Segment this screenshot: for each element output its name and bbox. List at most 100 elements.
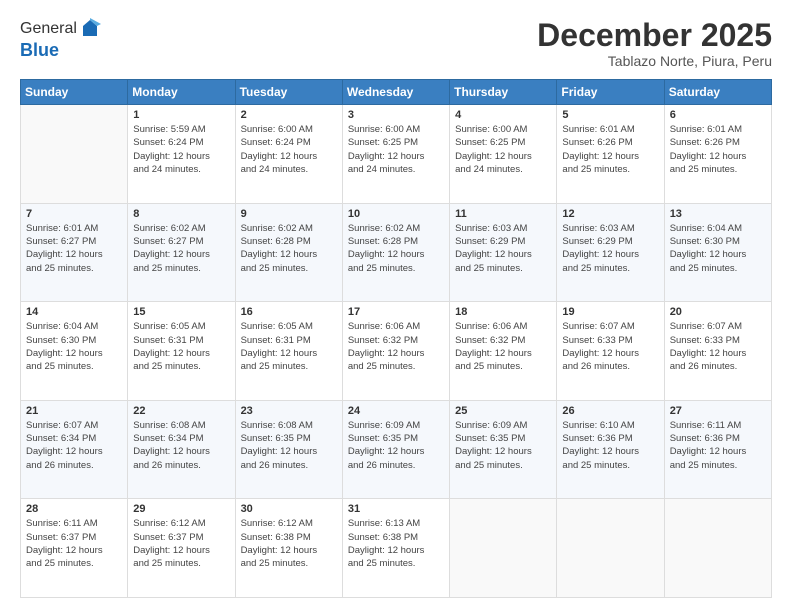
day-info: Sunrise: 6:00 AM Sunset: 6:25 PM Dayligh… [348, 123, 444, 176]
header-wednesday: Wednesday [342, 80, 449, 105]
day-number: 16 [241, 306, 337, 318]
header-monday: Monday [128, 80, 235, 105]
logo: General Blue [20, 18, 101, 61]
table-row: 6 Sunrise: 6:01 AM Sunset: 6:26 PM Daylig… [664, 105, 771, 204]
header-friday: Friday [557, 80, 664, 105]
table-row: 8 Sunrise: 6:02 AM Sunset: 6:27 PM Daylig… [128, 203, 235, 302]
table-row [557, 499, 664, 598]
table-row: 3 Sunrise: 6:00 AM Sunset: 6:25 PM Daylig… [342, 105, 449, 204]
page: General Blue December 2025 Tablazo Norte… [0, 0, 792, 612]
day-info: Sunrise: 6:02 AM Sunset: 6:27 PM Dayligh… [133, 222, 229, 275]
day-info: Sunrise: 6:13 AM Sunset: 6:38 PM Dayligh… [348, 517, 444, 570]
table-row: 11 Sunrise: 6:03 AM Sunset: 6:29 PM Dayli… [450, 203, 557, 302]
day-number: 14 [26, 306, 122, 318]
day-info: Sunrise: 6:04 AM Sunset: 6:30 PM Dayligh… [670, 222, 766, 275]
header: General Blue December 2025 Tablazo Norte… [20, 18, 772, 69]
table-row: 16 Sunrise: 6:05 AM Sunset: 6:31 PM Dayli… [235, 302, 342, 401]
day-number: 26 [562, 405, 658, 417]
day-info: Sunrise: 6:05 AM Sunset: 6:31 PM Dayligh… [241, 320, 337, 373]
table-row: 27 Sunrise: 6:11 AM Sunset: 6:36 PM Dayli… [664, 400, 771, 499]
day-number: 25 [455, 405, 551, 417]
day-info: Sunrise: 6:12 AM Sunset: 6:37 PM Dayligh… [133, 517, 229, 570]
day-info: Sunrise: 6:06 AM Sunset: 6:32 PM Dayligh… [455, 320, 551, 373]
day-info: Sunrise: 6:06 AM Sunset: 6:32 PM Dayligh… [348, 320, 444, 373]
day-info: Sunrise: 6:11 AM Sunset: 6:36 PM Dayligh… [670, 419, 766, 472]
day-number: 24 [348, 405, 444, 417]
day-number: 11 [455, 208, 551, 220]
table-row: 7 Sunrise: 6:01 AM Sunset: 6:27 PM Daylig… [21, 203, 128, 302]
calendar-week-row: 14 Sunrise: 6:04 AM Sunset: 6:30 PM Dayli… [21, 302, 772, 401]
header-thursday: Thursday [450, 80, 557, 105]
day-info: Sunrise: 6:07 AM Sunset: 6:33 PM Dayligh… [562, 320, 658, 373]
table-row: 15Sunrise: 6:05 AM Sunset: 6:31 PM Dayli… [128, 302, 235, 401]
day-number: 17 [348, 306, 444, 318]
day-number: 9 [241, 208, 337, 220]
day-number: 6 [670, 109, 766, 121]
day-number: 2 [241, 109, 337, 121]
header-saturday: Saturday [664, 80, 771, 105]
table-row: 12Sunrise: 6:03 AM Sunset: 6:29 PM Dayli… [557, 203, 664, 302]
table-row: 5 Sunrise: 6:01 AM Sunset: 6:26 PM Daylig… [557, 105, 664, 204]
day-info: Sunrise: 6:08 AM Sunset: 6:35 PM Dayligh… [241, 419, 337, 472]
day-info: Sunrise: 6:02 AM Sunset: 6:28 PM Dayligh… [348, 222, 444, 275]
day-info: Sunrise: 6:09 AM Sunset: 6:35 PM Dayligh… [348, 419, 444, 472]
day-info: Sunrise: 6:01 AM Sunset: 6:27 PM Dayligh… [26, 222, 122, 275]
day-info: Sunrise: 6:04 AM Sunset: 6:30 PM Dayligh… [26, 320, 122, 373]
calendar-table: Sunday Monday Tuesday Wednesday Thursday… [20, 79, 772, 598]
table-row: 19 Sunrise: 6:07 AM Sunset: 6:33 PM Dayli… [557, 302, 664, 401]
day-info: Sunrise: 6:10 AM Sunset: 6:36 PM Dayligh… [562, 419, 658, 472]
table-row: 1Sunrise: 5:59 AM Sunset: 6:24 PM Daylig… [128, 105, 235, 204]
table-row [664, 499, 771, 598]
day-number: 28 [26, 503, 122, 515]
day-info: Sunrise: 6:08 AM Sunset: 6:34 PM Dayligh… [133, 419, 229, 472]
day-info: Sunrise: 6:11 AM Sunset: 6:37 PM Dayligh… [26, 517, 122, 570]
table-row: 21Sunrise: 6:07 AM Sunset: 6:34 PM Dayli… [21, 400, 128, 499]
table-row: 9 Sunrise: 6:02 AM Sunset: 6:28 PM Daylig… [235, 203, 342, 302]
table-row: 22 Sunrise: 6:08 AM Sunset: 6:34 PM Dayli… [128, 400, 235, 499]
logo-general-text: General [20, 20, 77, 38]
day-number: 7 [26, 208, 122, 220]
table-row: 13 Sunrise: 6:04 AM Sunset: 6:30 PM Dayli… [664, 203, 771, 302]
logo-blue-text: Blue [20, 40, 101, 61]
day-info: Sunrise: 6:02 AM Sunset: 6:28 PM Dayligh… [241, 222, 337, 275]
day-number: 31 [348, 503, 444, 515]
table-row [450, 499, 557, 598]
day-info: Sunrise: 6:12 AM Sunset: 6:38 PM Dayligh… [241, 517, 337, 570]
table-row: 14 Sunrise: 6:04 AM Sunset: 6:30 PM Dayli… [21, 302, 128, 401]
table-row: 31 Sunrise: 6:13 AM Sunset: 6:38 PM Dayli… [342, 499, 449, 598]
month-title: December 2025 [537, 18, 772, 53]
table-row: 4Sunrise: 6:00 AM Sunset: 6:25 PM Daylig… [450, 105, 557, 204]
day-info: Sunrise: 6:01 AM Sunset: 6:26 PM Dayligh… [562, 123, 658, 176]
calendar-week-row: 28 Sunrise: 6:11 AM Sunset: 6:37 PM Dayli… [21, 499, 772, 598]
title-block: December 2025 Tablazo Norte, Piura, Peru [537, 18, 772, 69]
day-number: 27 [670, 405, 766, 417]
table-row: 25 Sunrise: 6:09 AM Sunset: 6:35 PM Dayli… [450, 400, 557, 499]
table-row: 30 Sunrise: 6:12 AM Sunset: 6:38 PM Dayli… [235, 499, 342, 598]
table-row: 28 Sunrise: 6:11 AM Sunset: 6:37 PM Dayli… [21, 499, 128, 598]
location-subtitle: Tablazo Norte, Piura, Peru [537, 53, 772, 69]
table-row [21, 105, 128, 204]
day-number: 19 [562, 306, 658, 318]
day-number: 10 [348, 208, 444, 220]
table-row: 18Sunrise: 6:06 AM Sunset: 6:32 PM Dayli… [450, 302, 557, 401]
table-row: 26 Sunrise: 6:10 AM Sunset: 6:36 PM Dayli… [557, 400, 664, 499]
day-number: 22 [133, 405, 229, 417]
table-row: 20Sunrise: 6:07 AM Sunset: 6:33 PM Dayli… [664, 302, 771, 401]
day-info: Sunrise: 6:07 AM Sunset: 6:33 PM Dayligh… [670, 320, 766, 373]
table-row: 17 Sunrise: 6:06 AM Sunset: 6:32 PM Dayli… [342, 302, 449, 401]
calendar-header-row: Sunday Monday Tuesday Wednesday Thursday… [21, 80, 772, 105]
day-number: 15 [133, 306, 229, 318]
table-row: 24 Sunrise: 6:09 AM Sunset: 6:35 PM Dayli… [342, 400, 449, 499]
day-number: 30 [241, 503, 337, 515]
day-info: Sunrise: 6:00 AM Sunset: 6:24 PM Dayligh… [241, 123, 337, 176]
day-info: Sunrise: 6:01 AM Sunset: 6:26 PM Dayligh… [670, 123, 766, 176]
day-number: 13 [670, 208, 766, 220]
day-number: 8 [133, 208, 229, 220]
table-row: 2 Sunrise: 6:00 AM Sunset: 6:24 PM Daylig… [235, 105, 342, 204]
day-info: Sunrise: 6:03 AM Sunset: 6:29 PM Dayligh… [455, 222, 551, 275]
table-row: 10 Sunrise: 6:02 AM Sunset: 6:28 PM Dayli… [342, 203, 449, 302]
day-number: 5 [562, 109, 658, 121]
header-tuesday: Tuesday [235, 80, 342, 105]
day-info: Sunrise: 6:09 AM Sunset: 6:35 PM Dayligh… [455, 419, 551, 472]
day-number: 3 [348, 109, 444, 121]
